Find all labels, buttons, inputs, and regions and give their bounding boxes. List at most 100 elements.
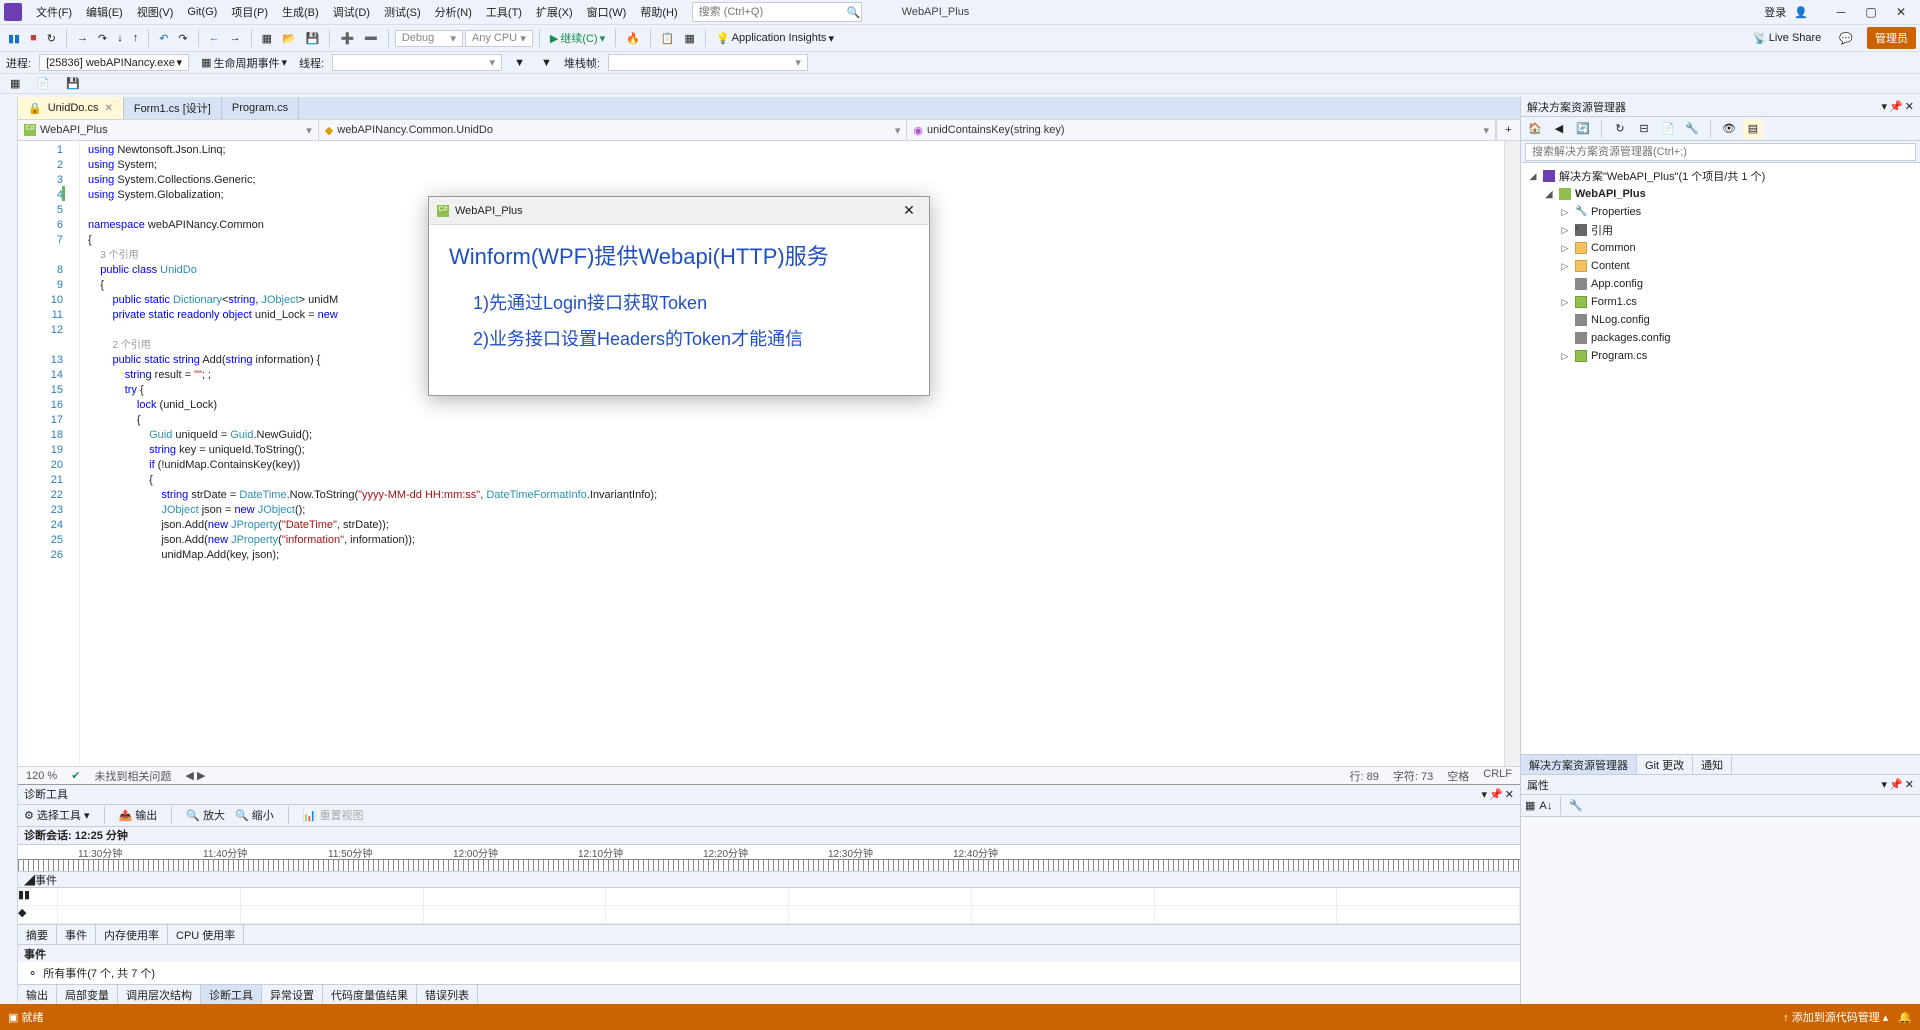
solution-tab[interactable]: Git 更改 — [1637, 755, 1693, 774]
output-button[interactable]: 📤 输出 — [119, 807, 158, 823]
editor-tab[interactable]: 🔒UnidDo.cs✕ — [18, 97, 124, 119]
add-button[interactable]: ➕ — [336, 29, 358, 48]
bottom-tab[interactable]: 调用层次结构 — [118, 985, 201, 1004]
diag-tab[interactable]: 内存使用率 — [96, 925, 168, 944]
tool1-button[interactable]: 📋 — [657, 29, 679, 48]
menu-item[interactable]: 工具(T) — [480, 1, 528, 23]
bottom-tab[interactable]: 代码度量值结果 — [323, 985, 417, 1004]
tree-item[interactable]: ▷Content — [1521, 257, 1920, 275]
step-button[interactable]: → — [73, 29, 92, 47]
menu-item[interactable]: 调试(D) — [327, 1, 376, 23]
menu-item[interactable]: 分析(N) — [429, 1, 478, 23]
events-track[interactable]: ▮▮ — [18, 888, 1520, 906]
tree-item[interactable]: ◢WebAPI_Plus — [1521, 185, 1920, 203]
props-az-icon[interactable]: A↓ — [1539, 800, 1552, 812]
props-pin-icon[interactable]: 📌 — [1889, 778, 1903, 791]
minimize-button[interactable]: ─ — [1826, 1, 1856, 23]
save-button[interactable]: 💾 — [302, 29, 324, 48]
bottom-tab[interactable]: 异常设置 — [262, 985, 323, 1004]
select-tool-button[interactable]: ⚙ 选择工具 ▾ — [24, 807, 90, 823]
menu-item[interactable]: Git(G) — [181, 3, 223, 21]
all-events-link[interactable]: 所有事件(7 个, 共 7 个) — [43, 965, 155, 981]
open-button[interactable]: 📂 — [278, 29, 300, 48]
restart-button[interactable]: ↻ — [43, 29, 60, 48]
tree-arrow-icon[interactable]: ▷ — [1559, 207, 1571, 218]
tree-arrow-icon[interactable]: ▷ — [1559, 243, 1571, 254]
sol-sync-icon[interactable]: 🔄 — [1573, 119, 1593, 139]
menu-item[interactable]: 扩展(X) — [530, 1, 579, 23]
tree-item[interactable]: ▷▫引用 — [1521, 221, 1920, 239]
filter2-icon[interactable]: ▼ — [537, 54, 556, 72]
editor-tab[interactable]: Form1.cs [设计] — [124, 97, 222, 119]
hot-reload-button[interactable]: 🔥 — [622, 29, 644, 48]
solution-tab[interactable]: 解决方案资源管理器 — [1521, 755, 1637, 774]
sol-dropdown-icon[interactable]: ▾ — [1882, 100, 1888, 113]
menu-item[interactable]: 测试(S) — [378, 1, 427, 23]
bottom-tab[interactable]: 输出 — [18, 985, 57, 1004]
diag-tab[interactable]: 摘要 — [18, 925, 57, 944]
sol-showall-icon[interactable]: 📄 — [1658, 119, 1678, 139]
stack-dropdown[interactable]: ▾ — [608, 54, 808, 71]
zoomout-button[interactable]: 🔍 缩小 — [235, 807, 274, 823]
editor-scrollbar[interactable] — [1504, 141, 1520, 766]
tree-arrow-icon[interactable]: ▷ — [1559, 351, 1571, 362]
tree-item[interactable]: ▷Form1.cs — [1521, 293, 1920, 311]
thread-dropdown[interactable]: ▾ — [332, 54, 502, 71]
undo-button[interactable]: ↶ — [155, 29, 172, 48]
sol-preview-icon[interactable]: 👁 — [1719, 119, 1739, 139]
liveshare-button[interactable]: 📡 Live Share — [1749, 29, 1825, 48]
lifecycle-button[interactable]: ▦ 生命周期事件 ▾ — [197, 52, 291, 74]
tree-arrow-icon[interactable]: ◢ — [1543, 189, 1555, 200]
solution-tree[interactable]: ◢解决方案"WebAPI_Plus"(1 个项目/共 1 个)◢WebAPI_P… — [1521, 163, 1920, 754]
timeline[interactable]: 11:30分钟11:40分钟11:50分钟12:00分钟12:10分钟12:20… — [18, 845, 1520, 873]
events-header[interactable]: ◢事件 — [24, 872, 57, 888]
events-track2[interactable]: ◆ — [18, 906, 1520, 924]
maximize-button[interactable]: ▢ — [1856, 1, 1886, 23]
nav-fwd-button[interactable]: → — [226, 29, 245, 47]
menu-item[interactable]: 视图(V) — [131, 1, 180, 23]
close-button[interactable]: ✕ — [1886, 1, 1916, 23]
search-input[interactable] — [693, 6, 847, 18]
remove-button[interactable]: ➖ — [360, 29, 382, 48]
pause-track-icon[interactable]: ▮▮ — [18, 889, 30, 901]
bottom-tab[interactable]: 局部变量 — [57, 985, 118, 1004]
menu-item[interactable]: 生成(B) — [276, 1, 325, 23]
tool2-button[interactable]: ▦ — [681, 29, 699, 48]
filter1-icon[interactable]: ▼ — [510, 54, 529, 72]
sol-home-icon[interactable]: 🏠 — [1525, 119, 1545, 139]
nav-add-button[interactable]: + — [1496, 120, 1520, 140]
nav-arrows[interactable]: ◀ ▶ — [185, 769, 205, 782]
insights-button[interactable]: 💡 Application Insights ▾ — [712, 29, 838, 48]
popup-close-button[interactable]: ✕ — [897, 202, 921, 219]
et1-icon[interactable]: ▦ — [6, 74, 24, 93]
zoom-level[interactable]: 120 % — [26, 770, 57, 782]
nav-member[interactable]: ◉ unidContainsKey(string key)▾ — [907, 120, 1496, 140]
et2-icon[interactable]: 📄 — [32, 74, 54, 93]
sol-collapse-icon[interactable]: ⊟ — [1634, 119, 1654, 139]
diag-tab[interactable]: 事件 — [57, 925, 96, 944]
diag-pin-icon[interactable]: 📌 — [1489, 788, 1503, 801]
editor-tab[interactable]: Program.cs — [222, 97, 299, 119]
user-icon[interactable]: 👤 — [1794, 6, 1808, 19]
reset-view-button[interactable]: 📊 重置视图 — [303, 807, 364, 823]
search-icon[interactable]: 🔍 — [847, 6, 861, 19]
menu-item[interactable]: 项目(P) — [225, 1, 274, 23]
login-link[interactable]: 登录 — [1764, 4, 1786, 20]
notifications-icon[interactable]: 🔔 — [1898, 1011, 1912, 1024]
tree-item[interactable]: NLog.config — [1521, 311, 1920, 329]
sol-close-icon[interactable]: ✕ — [1905, 100, 1914, 113]
tree-item[interactable]: App.config — [1521, 275, 1920, 293]
tree-arrow-icon[interactable]: ◢ — [1527, 171, 1539, 182]
pause-button[interactable]: ▮▮ — [4, 29, 24, 48]
menu-item[interactable]: 窗口(W) — [581, 1, 633, 23]
search-box[interactable]: 🔍 — [692, 2, 862, 22]
diag-close-icon[interactable]: ✕ — [1505, 788, 1514, 801]
menu-item[interactable]: 编辑(E) — [80, 1, 129, 23]
nav-class[interactable]: ◆ webAPINancy.Common.UnidDo▾ — [319, 120, 908, 140]
bottom-tab[interactable]: 诊断工具 — [201, 985, 262, 1004]
step-over-button[interactable]: ↷ — [94, 29, 111, 48]
tree-item[interactable]: ▷🔧Properties — [1521, 203, 1920, 221]
menu-item[interactable]: 文件(F) — [30, 1, 78, 23]
sol-view-icon[interactable]: ▤ — [1743, 119, 1763, 139]
tab-close-icon[interactable]: ✕ — [104, 103, 112, 114]
